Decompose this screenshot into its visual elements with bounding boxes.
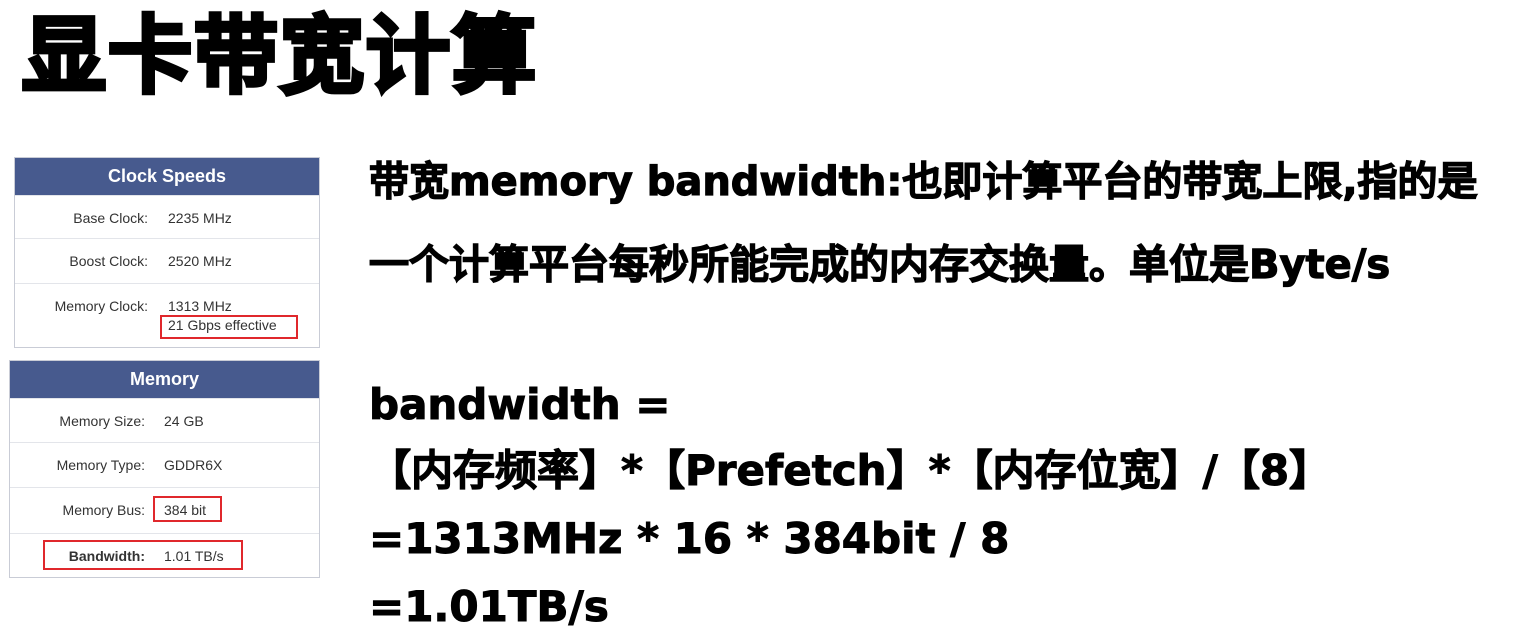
- page-title: 显卡带宽计算: [20, 7, 539, 105]
- memory-header: Memory: [10, 361, 319, 398]
- memory-size-label: Memory Size:: [59, 413, 145, 429]
- memory-type-value: GDDR6X: [164, 457, 223, 473]
- description-line-2: 一个计算平台每秒所能完成的内存交换量。单位是Byte/s: [368, 242, 1391, 288]
- base-clock-label: Base Clock:: [73, 210, 148, 226]
- highlight-box-bandwidth: [43, 540, 243, 570]
- highlight-box-memory-bus: [153, 496, 222, 522]
- memory-size-value: 24 GB: [164, 413, 204, 429]
- formula-line-4: =1.01TB/s: [369, 582, 610, 631]
- boost-clock-value: 2520 MHz: [168, 253, 232, 269]
- table-row: Memory Size: 24 GB: [10, 398, 319, 442]
- memory-clock-label: Memory Clock:: [54, 298, 148, 314]
- base-clock-value: 2235 MHz: [168, 210, 232, 226]
- formula-line-1: bandwidth =: [368, 380, 671, 429]
- table-row: Memory Type: GDDR6X: [10, 442, 319, 487]
- description-line-1: 带宽memory bandwidth:也即计算平台的带宽上限,指的是: [368, 159, 1478, 205]
- memory-clock-value: 1313 MHz: [168, 298, 232, 314]
- clock-speeds-header: Clock Speeds: [15, 158, 319, 195]
- memory-bus-label: Memory Bus:: [62, 502, 145, 518]
- formula-line-2: 【内存频率】*【Prefetch】*【内存位宽】/【8】: [368, 446, 1332, 495]
- boost-clock-label: Boost Clock:: [69, 253, 148, 269]
- highlight-box-effective: [160, 315, 298, 339]
- formula-line-3: =1313MHz * 16 * 384bit / 8: [368, 514, 1010, 563]
- memory-type-label: Memory Type:: [56, 457, 145, 473]
- table-row: Boost Clock: 2520 MHz: [15, 238, 319, 283]
- table-row: Base Clock: 2235 MHz: [15, 195, 319, 238]
